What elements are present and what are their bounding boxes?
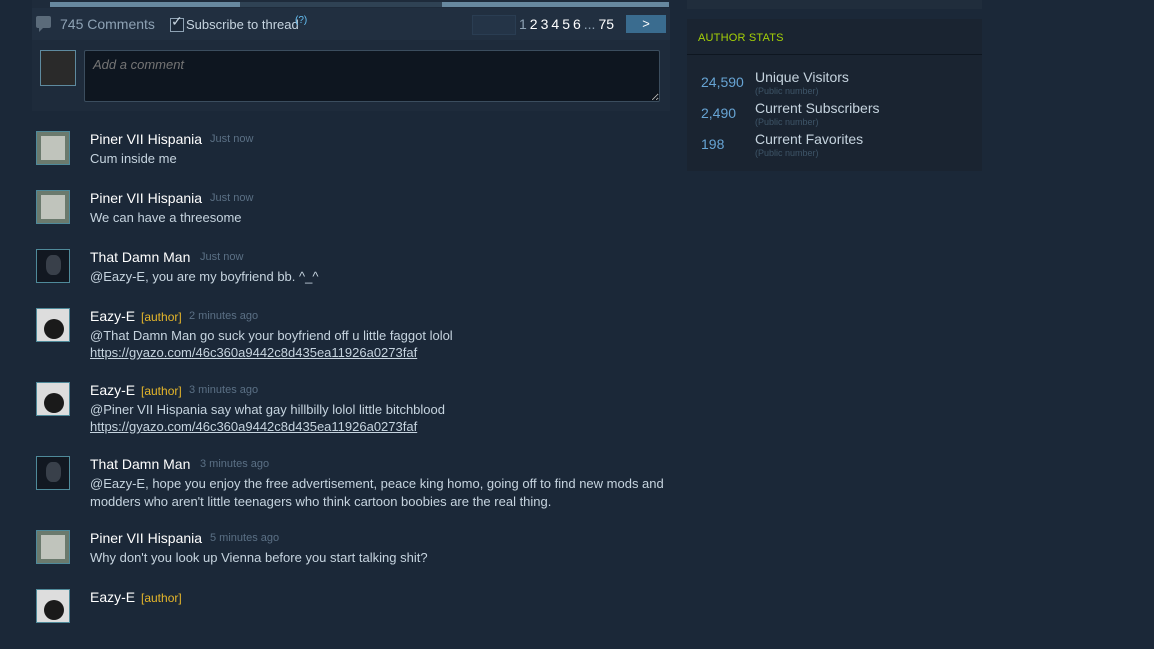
avatar[interactable] (36, 131, 70, 165)
favorites-label: Current Favorites (755, 131, 864, 147)
page-link-2[interactable]: 2 (530, 16, 538, 32)
comment-timestamp: 3 minutes ago (200, 458, 270, 470)
comment-text: @Eazy-E, hope you enjoy the free adverti… (90, 476, 664, 509)
comment-item: Eazy-E [author] 2 minutes ago @That Damn… (36, 308, 676, 368)
subscribe-label[interactable]: Subscribe to thread (186, 17, 299, 32)
author-badge: [author] (141, 591, 182, 605)
avatar[interactable] (36, 456, 70, 490)
comment-text: Cum inside me (90, 151, 177, 166)
comment-author[interactable]: Eazy-E (90, 308, 135, 324)
subscribers-label: Current Subscribers (755, 100, 880, 116)
current-user-avatar[interactable] (40, 50, 76, 86)
comment-author[interactable]: Eazy-E (90, 382, 135, 398)
comment-link[interactable]: https://gyazo.com/46c360a9442c8d435ea119… (90, 419, 417, 434)
comment-text: Why don't you look up Vienna before you … (90, 550, 428, 565)
comment-text: @That Damn Man go suck your boyfriend of… (90, 328, 453, 343)
comment-text: We can have a threesome (90, 210, 242, 225)
comment-timestamp: 2 minutes ago (189, 310, 259, 322)
comment-text: @Eazy-E, you are my boyfriend bb. ^_^ (90, 269, 319, 284)
tab-active-indicator[interactable] (50, 2, 240, 7)
avatar[interactable] (36, 382, 70, 416)
page-link-3[interactable]: 3 (541, 16, 549, 32)
comment-timestamp: 3 minutes ago (189, 384, 259, 396)
comment-author[interactable]: Eazy-E (90, 589, 135, 605)
unique-visitors-label: Unique Visitors (755, 69, 849, 85)
subscribers-note: (Public number) (755, 117, 819, 127)
unique-visitors-note: (Public number) (755, 86, 819, 96)
sidebar-panel-top (687, 0, 982, 9)
comment-item: That Damn Man Just now @Eazy-E, you are … (36, 249, 676, 309)
favorites-note: (Public number) (755, 148, 819, 158)
comment-item: Piner VII Hispania 5 minutes ago Why don… (36, 530, 676, 590)
author-badge: [author] (141, 384, 182, 398)
avatar[interactable] (36, 249, 70, 283)
avatar[interactable] (36, 190, 70, 224)
comment-count: 745 Comments (60, 16, 155, 32)
comment-input[interactable] (84, 50, 660, 102)
comment-item: Eazy-E [author] (36, 589, 676, 649)
comment-item: Piner VII Hispania Just now We can have … (36, 190, 676, 250)
page-link-5[interactable]: 5 (562, 16, 570, 32)
comment-timestamp: 5 minutes ago (210, 532, 280, 544)
author-stats-title: AUTHOR STATS (698, 32, 784, 44)
subscribers-value: 2,490 (701, 105, 737, 121)
pagination: 1 2 3 4 5 6... 75 (519, 16, 617, 32)
speech-bubble-icon (36, 16, 51, 32)
comment-author[interactable]: Piner VII Hispania (90, 190, 202, 206)
comment-author[interactable]: Piner VII Hispania (90, 530, 202, 546)
comment-timestamp: Just now (200, 251, 244, 263)
avatar[interactable] (36, 530, 70, 564)
subscribe-help-link[interactable]: (?) (295, 15, 307, 26)
favorites-value: 198 (701, 136, 725, 152)
page-link-1: 1 (519, 16, 527, 32)
unique-visitors-value: 24,590 (701, 74, 744, 90)
checkmark-icon: ✓ (171, 13, 183, 29)
author-badge: [author] (141, 310, 182, 324)
tab-indicator[interactable] (442, 2, 669, 7)
page-link-last[interactable]: 75 (598, 16, 614, 32)
avatar[interactable] (36, 589, 70, 623)
divider (687, 54, 982, 55)
comment-item: Piner VII Hispania Just now Cum inside m… (36, 131, 676, 191)
next-page-button[interactable]: > (626, 15, 666, 33)
page-link-4[interactable]: 4 (551, 16, 559, 32)
comment-item: That Damn Man 3 minutes ago @Eazy-E, hop… (36, 456, 676, 516)
page-ellipsis: ... (583, 16, 596, 32)
comment-item: Eazy-E [author] 3 minutes ago @Piner VII… (36, 382, 676, 442)
comment-link[interactable]: https://gyazo.com/46c360a9442c8d435ea119… (90, 345, 417, 360)
comment-author[interactable]: That Damn Man (90, 456, 190, 472)
comment-timestamp: Just now (210, 133, 254, 145)
comment-timestamp: Just now (210, 192, 254, 204)
prev-page-button[interactable] (472, 15, 516, 35)
comment-author[interactable]: That Damn Man (90, 249, 190, 265)
comment-author[interactable]: Piner VII Hispania (90, 131, 202, 147)
avatar[interactable] (36, 308, 70, 342)
page-link-6[interactable]: 6 (573, 16, 581, 32)
comment-text: @Piner VII Hispania say what gay hillbil… (90, 402, 445, 417)
